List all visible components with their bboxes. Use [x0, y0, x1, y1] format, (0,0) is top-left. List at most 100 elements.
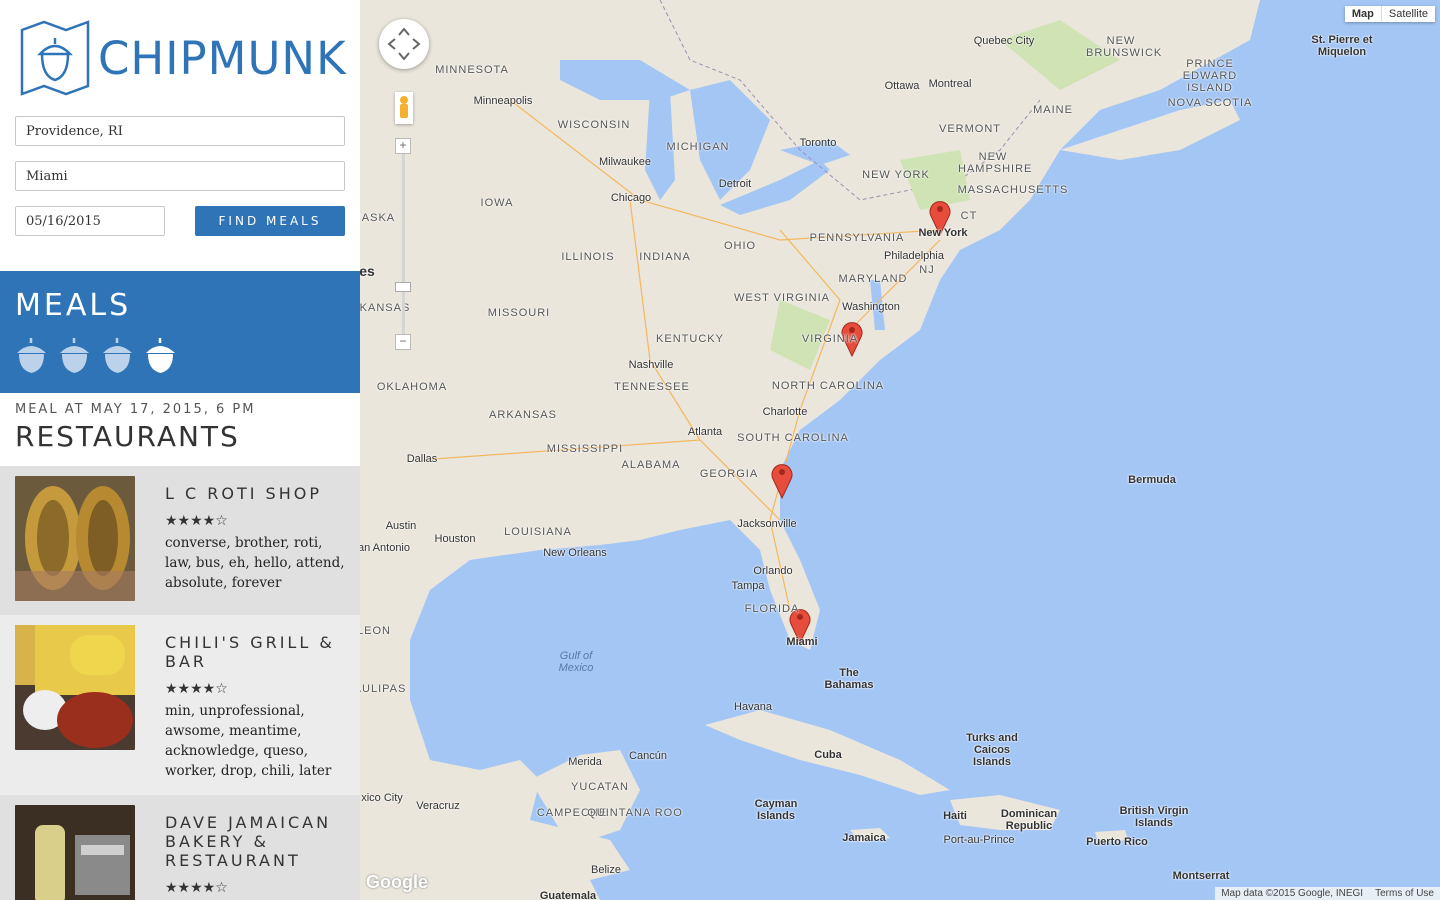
- restaurant-list: L C Roti Shop ★★★★☆ converse, brother, r…: [0, 466, 360, 900]
- restaurant-photo: [15, 625, 135, 750]
- map-label: VERMONT: [939, 123, 1001, 135]
- map-label: OKLAHOMA: [376, 381, 448, 393]
- map-marker-georgia[interactable]: [770, 461, 794, 499]
- map-label: ILLINOIS: [561, 251, 615, 263]
- map-label: NEW HAMPSHIRE: [958, 151, 1033, 175]
- map-label: LEON: [360, 625, 391, 637]
- map-label: NOVA SCOTIA: [1167, 97, 1253, 109]
- date-input[interactable]: [15, 206, 165, 236]
- map[interactable]: MINNESOTA Minneapolis WISCONSIN MICHIGAN…: [360, 0, 1440, 900]
- destination-input[interactable]: [15, 161, 345, 191]
- sidebar: CHIPMUNK FIND MEALS MEALS: [0, 0, 360, 900]
- restaurant-keywords: min, unprofessional, awsome, meantime, a…: [165, 703, 332, 779]
- map-label: xico City: [361, 792, 403, 804]
- map-label: Port-au-Prince: [943, 834, 1015, 846]
- map-label: Veracruz: [416, 800, 460, 812]
- map-label: Havana: [734, 701, 772, 713]
- map-label: Cuba: [814, 749, 842, 761]
- map-type-map-button[interactable]: Map: [1344, 6, 1381, 22]
- map-label: MASSACHUSETTS: [957, 184, 1069, 196]
- map-label: an Antonio: [360, 542, 410, 554]
- map-label: INDIANA: [639, 251, 691, 263]
- map-label: GEORGIA: [699, 468, 759, 480]
- map-label: Montreal: [928, 78, 972, 90]
- zoom-slider-track[interactable]: [402, 145, 405, 345]
- zoom-in-button[interactable]: +: [395, 138, 411, 154]
- terms-of-use-link[interactable]: Terms of Use: [1375, 888, 1434, 899]
- map-label: WISCONSIN: [557, 119, 631, 131]
- restaurants-heading: RESTAURANTS: [15, 420, 240, 453]
- chipmunk-logo[interactable]: CHIPMUNK: [18, 20, 348, 96]
- map-label: WEST VIRGINIA: [734, 292, 830, 304]
- map-label: QUINTANA ROO: [587, 807, 683, 819]
- meals-panel: MEALS: [0, 271, 360, 393]
- map-label: Chicago: [610, 192, 652, 204]
- map-data-credit: Map data ©2015 Google, INEGI: [1221, 888, 1364, 899]
- map-label: Puerto Rico: [1086, 836, 1148, 848]
- zoom-out-button[interactable]: −: [395, 334, 411, 350]
- google-logo[interactable]: Google: [366, 872, 428, 893]
- map-label: Guatemala: [539, 890, 597, 900]
- map-label: MISSOURI: [487, 307, 551, 319]
- origin-input[interactable]: [15, 116, 345, 146]
- map-label: MICHIGAN: [666, 141, 730, 153]
- star-rating: ★★★★☆: [165, 513, 228, 529]
- acorn-icon-selected[interactable]: [144, 335, 177, 375]
- map-type-control: Map Satellite: [1344, 6, 1435, 22]
- acorn-icon[interactable]: [101, 335, 134, 375]
- pan-control[interactable]: [379, 19, 429, 69]
- restaurant-card[interactable]: Chili's Grill & Bar ★★★★☆ min, unprofess…: [0, 615, 360, 795]
- brand-name: CHIPMUNK: [98, 31, 347, 85]
- map-label: Cayman Islands: [754, 798, 798, 822]
- map-label: Houston: [434, 533, 476, 545]
- map-label: Washington: [842, 301, 900, 313]
- map-label: Nashville: [628, 359, 674, 371]
- map-label: VIRGINIA: [801, 333, 859, 345]
- map-base: [360, 0, 1260, 900]
- map-label: Jacksonville: [737, 518, 797, 530]
- zoom-slider-handle[interactable]: [395, 282, 411, 292]
- map-label: Ottawa: [884, 80, 920, 92]
- find-meals-button[interactable]: FIND MEALS: [195, 206, 345, 236]
- map-label: NEW BRUNSWICK: [1086, 35, 1163, 59]
- street-view-pegman-icon[interactable]: [395, 92, 413, 124]
- map-label: CT: [960, 210, 978, 222]
- map-label: KENTUCKY: [656, 333, 724, 345]
- map-label: Haiti: [943, 810, 967, 822]
- meals-title: MEALS: [15, 288, 132, 323]
- map-label: RASKA: [360, 212, 396, 224]
- restaurant-photo: [15, 805, 135, 900]
- map-label: MARYLAND: [838, 273, 908, 285]
- star-rating: ★★★★☆: [165, 880, 228, 896]
- map-label: NJ: [919, 264, 935, 276]
- map-label: ALABAMA: [621, 459, 681, 471]
- map-label: NEW YORK: [862, 169, 930, 181]
- restaurant-name[interactable]: Chili's Grill & Bar: [165, 633, 345, 671]
- map-label: ARKANSAS: [489, 409, 557, 421]
- map-label: AULIPAS: [360, 683, 407, 695]
- map-label: Quebec City: [973, 35, 1035, 47]
- pan-arrows-icon: [387, 27, 421, 61]
- acorn-icon[interactable]: [58, 335, 91, 375]
- map-label: IOWA: [480, 197, 514, 209]
- map-label: Bermuda: [1128, 474, 1176, 486]
- map-label: Dallas: [406, 453, 438, 465]
- restaurant-card[interactable]: L C Roti Shop ★★★★☆ converse, brother, r…: [0, 466, 360, 615]
- acorn-logo-icon: [20, 20, 90, 96]
- restaurant-card[interactable]: Dave Jamaican Bakery & Restaurant ★★★★☆: [0, 795, 360, 900]
- restaurant-name[interactable]: L C Roti Shop: [165, 484, 345, 503]
- map-label: Belize: [591, 864, 621, 876]
- map-label: St. Pierre et Miquelon: [1311, 34, 1373, 58]
- map-label: The Bahamas: [824, 667, 874, 691]
- map-label: OHIO: [723, 240, 757, 252]
- meal-time: MEAL AT MAY 17, 2015, 6 PM: [15, 402, 256, 417]
- map-label: New Orleans: [543, 547, 607, 559]
- map-label: YUCATAN: [571, 781, 629, 793]
- map-type-satellite-button[interactable]: Satellite: [1380, 6, 1435, 22]
- acorn-icon[interactable]: [15, 335, 48, 375]
- meal-selector: [15, 335, 177, 375]
- map-label: Jamaica: [842, 832, 886, 844]
- map-label: Milwaukee: [599, 156, 651, 168]
- map-label: Dominican Republic: [1000, 808, 1058, 832]
- restaurant-name[interactable]: Dave Jamaican Bakery & Restaurant: [165, 813, 345, 870]
